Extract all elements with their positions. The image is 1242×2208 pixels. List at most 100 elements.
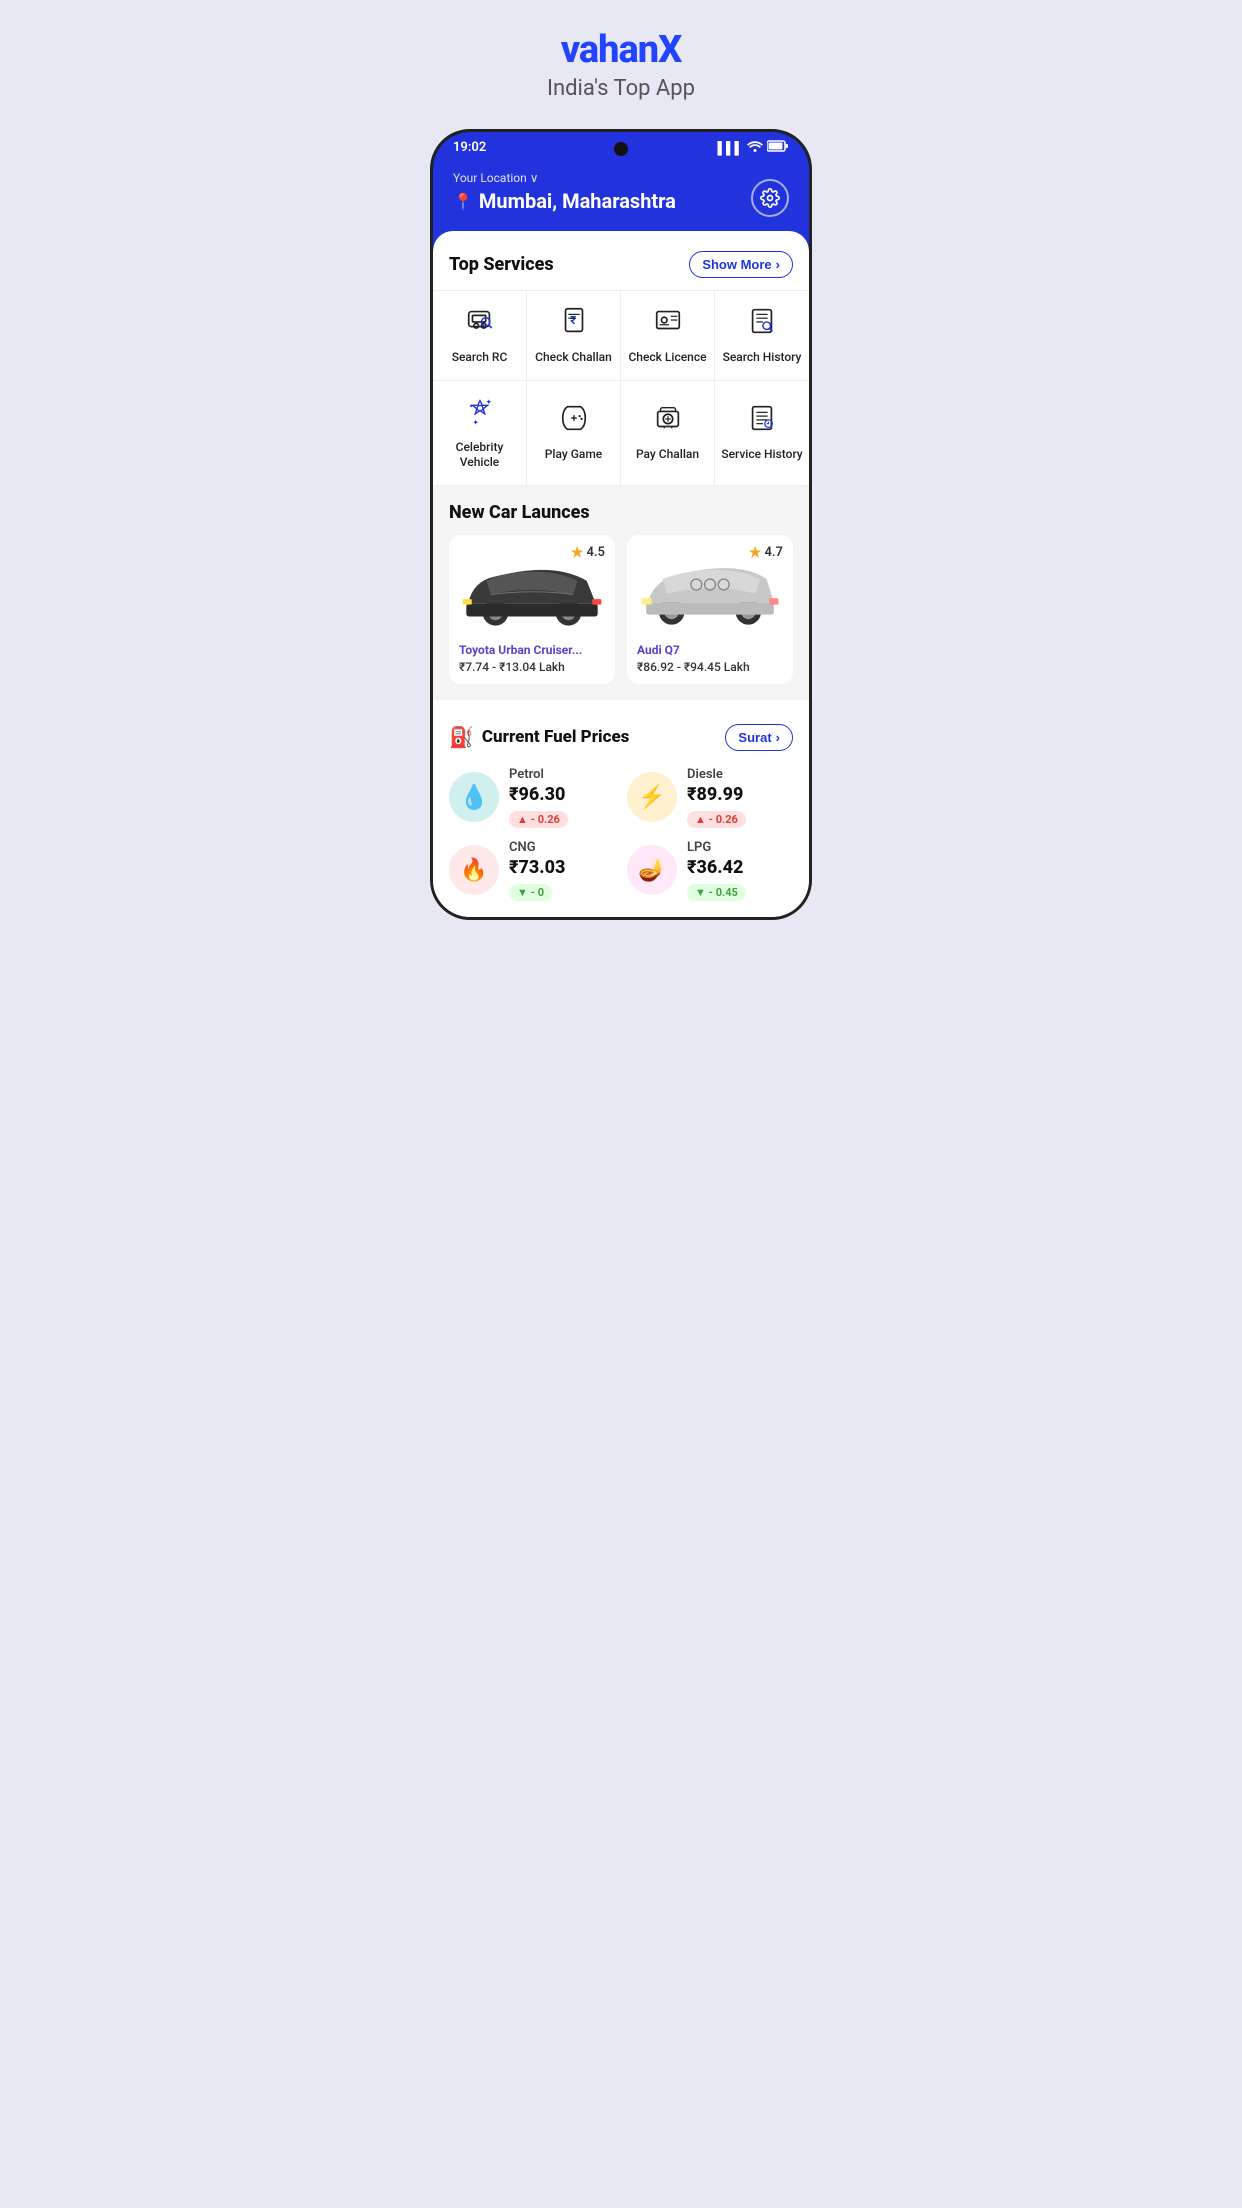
- fuel-header: ⛽ Current Fuel Prices Surat ›: [449, 724, 793, 751]
- cng-icon-circle: 🔥: [449, 845, 499, 895]
- search-rc-icon: [464, 305, 496, 342]
- pay-challan-label: Pay Challan: [636, 447, 699, 463]
- location-row: Your Location ∨ 📍 Mumbai, Maharashtra: [453, 171, 789, 217]
- car-card-toyota[interactable]: ★ 4.5: [449, 535, 615, 684]
- app-title-blue: X: [658, 28, 681, 72]
- cng-details: CNG ₹73.03 ▼ - 0: [509, 840, 615, 901]
- lpg-icon: 🪔: [638, 858, 665, 883]
- diesel-icon-circle: ⚡: [627, 772, 677, 822]
- petrol-details: Petrol ₹96.30 ▲ - 0.26: [509, 767, 615, 828]
- play-game-icon: [558, 402, 590, 439]
- lpg-details: LPG ₹36.42 ▼ - 0.45: [687, 840, 793, 901]
- svg-text:✦: ✦: [468, 403, 473, 410]
- pay-challan-icon: [652, 402, 684, 439]
- service-history-icon: [746, 402, 778, 439]
- petrol-icon: 💧: [459, 783, 489, 811]
- play-game-label: Play Game: [545, 447, 602, 463]
- celebrity-vehicle-icon: ✦ ✦ ✦: [464, 395, 496, 432]
- fuel-item-cng: 🔥 CNG ₹73.03 ▼ - 0: [449, 840, 615, 901]
- fuel-item-lpg: 🪔 LPG ₹36.42 ▼ - 0.45: [627, 840, 793, 901]
- lpg-change: ▼ - 0.45: [687, 884, 746, 901]
- service-item-play-game[interactable]: Play Game: [527, 381, 621, 486]
- service-item-celebrity-vehicle[interactable]: ✦ ✦ ✦ Celebrity Vehicle: [433, 381, 527, 486]
- fuel-pump-icon: ⛽: [449, 725, 474, 749]
- app-subtitle: India's Top App: [434, 76, 808, 101]
- audi-name: Audi Q7: [637, 643, 783, 657]
- battery-icon: [767, 140, 789, 155]
- app-header: vahanX India's Top App: [414, 0, 828, 117]
- cng-change: ▼ - 0: [509, 884, 552, 901]
- chevron-right-icon: ›: [776, 730, 780, 745]
- top-services-title: Top Services: [449, 254, 554, 275]
- phone-frame: 19:02 ▌▌▌ You: [430, 129, 812, 920]
- car-cards-grid: ★ 4.5: [449, 535, 793, 684]
- diesel-change: ▲ - 0.26: [687, 811, 746, 828]
- audi-price: ₹86.92 - ₹94.45 Lakh: [637, 660, 783, 674]
- city-selector-button[interactable]: Surat ›: [725, 724, 793, 751]
- search-rc-label: Search RC: [452, 350, 508, 366]
- section-header: Top Services Show More ›: [433, 247, 809, 290]
- fuel-title: ⛽ Current Fuel Prices: [449, 725, 629, 749]
- svg-text:₹: ₹: [570, 314, 576, 327]
- check-challan-icon: ₹: [558, 305, 590, 342]
- location-label: Your Location ∨: [453, 171, 676, 185]
- fuel-item-petrol: 💧 Petrol ₹96.30 ▲ - 0.26: [449, 767, 615, 828]
- petrol-icon-circle: 💧: [449, 772, 499, 822]
- diesel-details: Diesle ₹89.99 ▲ - 0.26: [687, 767, 793, 828]
- svg-text:✦: ✦: [485, 397, 492, 406]
- lpg-icon-circle: 🪔: [627, 845, 677, 895]
- new-car-launches-section: New Car Launces ★ 4.5: [433, 486, 809, 700]
- service-item-pay-challan[interactable]: Pay Challan: [621, 381, 715, 486]
- toyota-rating: ★ 4.5: [571, 545, 605, 561]
- toyota-name: Toyota Urban Cruiser...: [459, 643, 605, 657]
- top-services-section: Top Services Show More ›: [433, 247, 809, 486]
- check-challan-label: Check Challan: [535, 350, 612, 366]
- search-history-icon: [746, 305, 778, 342]
- search-history-label: Search History: [723, 350, 802, 366]
- location-info: Your Location ∨ 📍 Mumbai, Maharashtra: [453, 171, 676, 213]
- new-car-launches-title: New Car Launces: [449, 502, 793, 523]
- petrol-price: ₹96.30: [509, 784, 615, 805]
- service-item-search-rc[interactable]: Search RC: [433, 291, 527, 381]
- petrol-name: Petrol: [509, 767, 615, 782]
- diesel-name: Diesle: [687, 767, 793, 782]
- service-item-service-history[interactable]: Service History: [715, 381, 809, 486]
- service-history-label: Service History: [721, 447, 802, 463]
- fuel-item-diesel: ⚡ Diesle ₹89.99 ▲ - 0.26: [627, 767, 793, 828]
- chevron-down-icon: ∨: [530, 171, 539, 185]
- star-icon: ★: [749, 545, 762, 561]
- cng-name: CNG: [509, 840, 615, 855]
- app-title-black: vahan: [561, 28, 658, 72]
- status-time: 19:02: [453, 140, 486, 155]
- check-licence-label: Check Licence: [628, 350, 706, 366]
- lpg-name: LPG: [687, 840, 793, 855]
- toyota-price: ₹7.74 - ₹13.04 Lakh: [459, 660, 605, 674]
- celebrity-vehicle-label: Celebrity Vehicle: [439, 440, 520, 471]
- star-icon: ★: [571, 545, 584, 561]
- fuel-prices-section: ⛽ Current Fuel Prices Surat › 💧 Petrol: [433, 708, 809, 917]
- service-item-search-history[interactable]: Search History: [715, 291, 809, 381]
- car-card-audi[interactable]: ★ 4.7: [627, 535, 793, 684]
- audi-rating: ★ 4.7: [749, 545, 783, 561]
- card-content: Top Services Show More ›: [433, 231, 809, 917]
- lpg-price: ₹36.42: [687, 857, 793, 878]
- petrol-change: ▲ - 0.26: [509, 811, 568, 828]
- fuel-grid: 💧 Petrol ₹96.30 ▲ - 0.26 ⚡ Diesle: [449, 767, 793, 901]
- cng-icon: 🔥: [460, 858, 487, 883]
- svg-text:✦: ✦: [472, 418, 479, 427]
- status-icons: ▌▌▌: [717, 140, 789, 155]
- settings-button[interactable]: [751, 179, 789, 217]
- services-grid: Search RC ₹ Check Challan: [433, 290, 809, 486]
- location-pin-icon: 📍: [453, 192, 473, 211]
- cng-price: ₹73.03: [509, 857, 615, 878]
- wifi-icon: [747, 140, 763, 155]
- show-more-button[interactable]: Show More ›: [689, 251, 793, 278]
- location-name[interactable]: 📍 Mumbai, Maharashtra: [453, 189, 676, 213]
- service-item-check-challan[interactable]: ₹ Check Challan: [527, 291, 621, 381]
- check-licence-icon: [652, 305, 684, 342]
- chevron-right-icon: ›: [776, 257, 780, 272]
- diesel-price: ₹89.99: [687, 784, 793, 805]
- service-item-check-licence[interactable]: Check Licence: [621, 291, 715, 381]
- camera-notch: [614, 142, 628, 156]
- signal-icon: ▌▌▌: [717, 141, 743, 155]
